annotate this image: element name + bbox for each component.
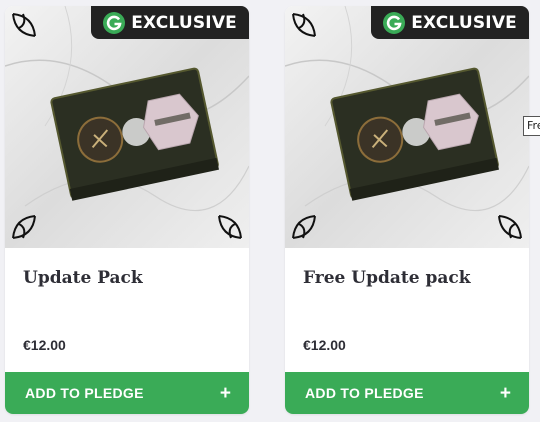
add-to-pledge-label: ADD TO PLEDGE [25,385,144,401]
badge-label: EXCLUSIVE [411,12,517,33]
exclusive-badge: EXCLUSIVE [371,6,529,39]
badge-label: EXCLUSIVE [131,12,237,33]
add-to-pledge-button[interactable]: ADD TO PLEDGE + [5,372,249,414]
product-image[interactable]: EXCLUSIVE [5,6,249,248]
plus-icon: + [499,382,511,404]
product-card[interactable]: EXCLUSIVE Free Update pack €12.00 ADD TO… [285,6,529,414]
product-title[interactable]: Update Pack [23,268,237,288]
product-card[interactable]: EXCLUSIVE Update Pack €12.00 ADD TO PLED… [5,6,249,414]
product-price: €12.00 [303,337,346,353]
product-title[interactable]: Free Update pack [303,268,517,288]
add-to-pledge-label: ADD TO PLEDGE [305,385,424,401]
exclusive-badge: EXCLUSIVE [91,6,249,39]
title-tooltip: Free Update pack [523,116,540,136]
add-to-pledge-button[interactable]: ADD TO PLEDGE + [285,372,529,414]
g-logo-icon [383,11,406,34]
product-image[interactable]: EXCLUSIVE [285,6,529,248]
plus-icon: + [219,382,231,404]
product-price: €12.00 [23,337,66,353]
g-logo-icon [103,11,126,34]
